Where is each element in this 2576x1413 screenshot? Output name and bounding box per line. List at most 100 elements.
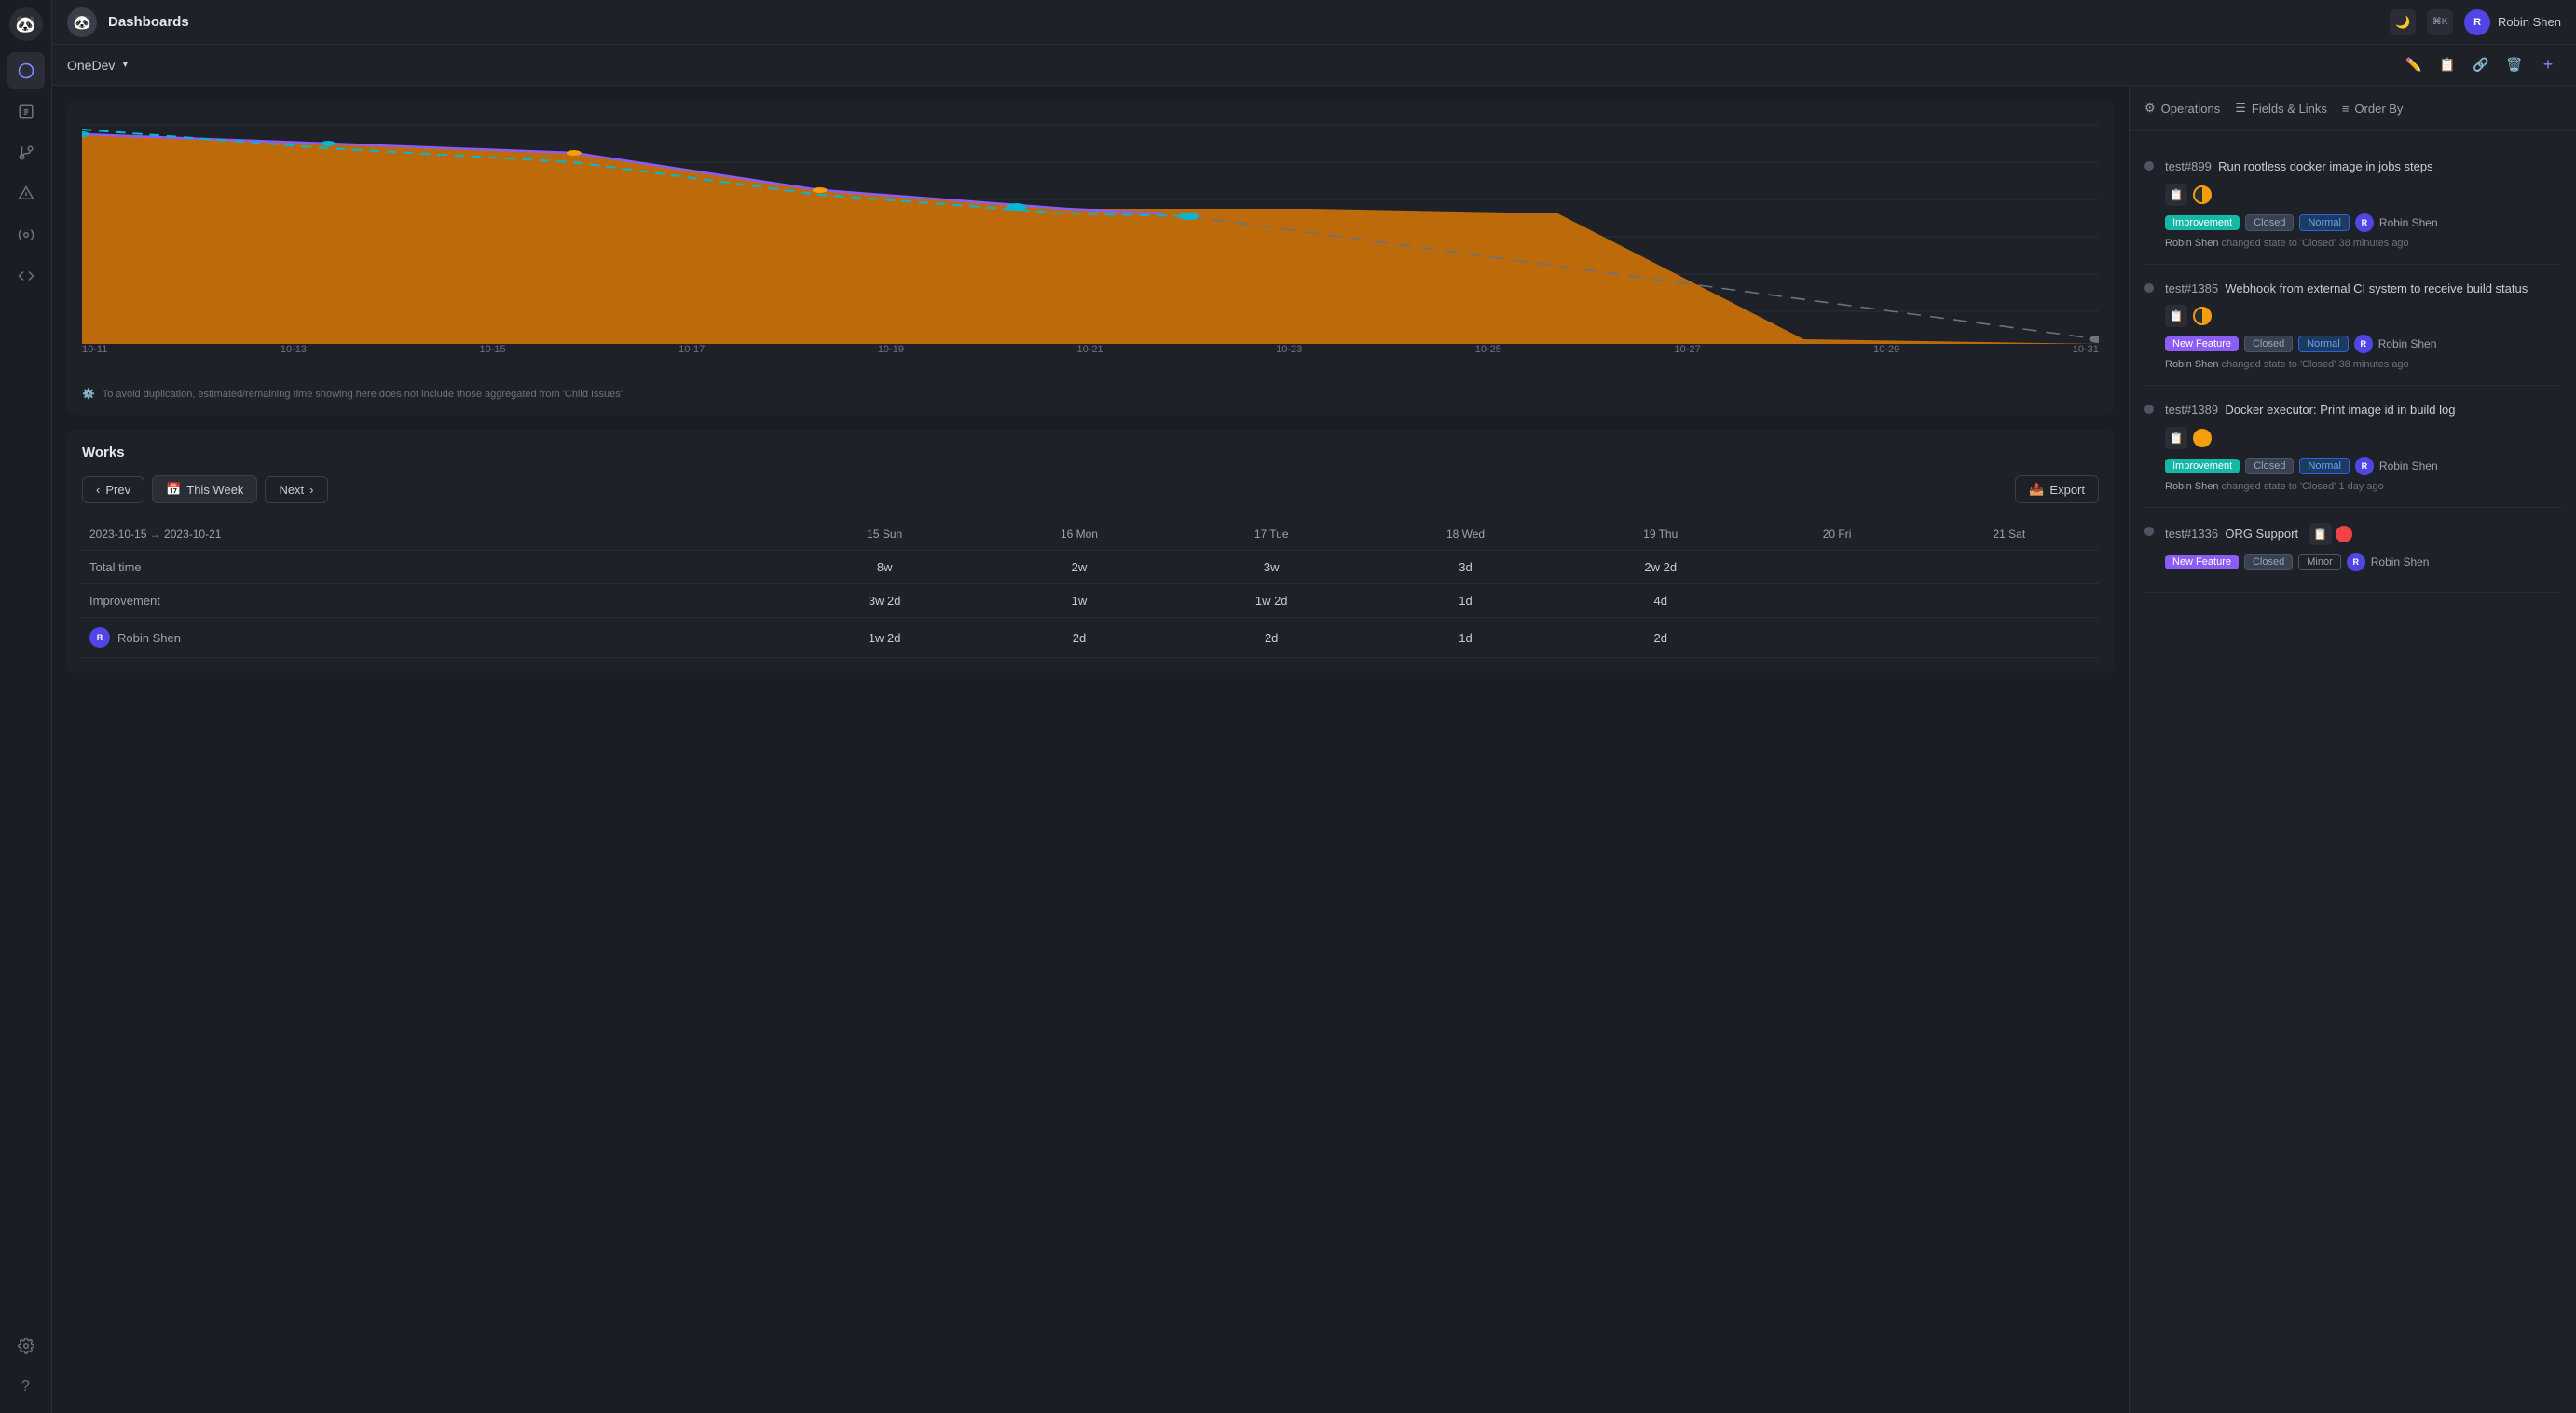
works-navigation: ‹ Prev 📅 This Week Next › 📤 Export: [82, 475, 2099, 503]
x-label-1013: 10-13: [281, 344, 307, 355]
badge-closed: Closed: [2244, 554, 2293, 570]
col-header-tue: 17 Tue: [1178, 518, 1364, 551]
badge-minor: Minor: [2298, 554, 2341, 570]
chart-note-text: To avoid duplication, estimated/remainin…: [103, 389, 623, 400]
fields-icon: ☰: [2235, 101, 2246, 116]
badge-new-feature: New Feature: [2165, 336, 2239, 351]
badge-normal: Normal: [2298, 336, 2348, 352]
copy-issue-icon[interactable]: 📋: [2165, 184, 2187, 206]
x-label-1017: 10-17: [678, 344, 705, 355]
right-panel: ⚙ Operations ☰ Fields & Links ≡ Order By: [2129, 86, 2576, 1413]
priority-half-icon: [2193, 185, 2212, 204]
issue-user-name: Robin Shen: [2371, 556, 2430, 569]
sidebar-item-dashboard[interactable]: [7, 52, 45, 89]
issue-badges: Improvement Closed Normal R Robin Shen: [2165, 457, 2561, 475]
cell-total-improvement: 3w 2d: [789, 584, 980, 618]
col-header-sun: 15 Sun: [789, 518, 980, 551]
cell-thu-user: [1755, 618, 1920, 658]
copy-icon[interactable]: 📋: [2434, 52, 2460, 78]
copy-issue-icon[interactable]: 📋: [2165, 427, 2187, 449]
chart-note: ⚙️ To avoid duplication, estimated/remai…: [82, 388, 2099, 400]
content-area: 25w 4d 1h 20m 3d 2h 40m 12w 2d 4h 1d 5h …: [52, 86, 2576, 1413]
issue-icons: 📋: [2165, 305, 2561, 327]
issue-id: test#899: [2165, 159, 2212, 173]
issue-status-dot: [2144, 161, 2154, 171]
sidebar-item-issues[interactable]: [7, 93, 45, 130]
issue-icons: 📋: [2165, 427, 2561, 449]
edit-icon[interactable]: ✏️: [2401, 52, 2427, 78]
chevron-down-icon: ▼: [120, 60, 130, 70]
copy-issue-icon[interactable]: 📋: [2165, 305, 2187, 327]
issue-badges: New Feature Closed Normal R Robin Shen: [2165, 335, 2561, 353]
row-label-improvement: Improvement: [82, 584, 789, 618]
copy-inline-icon[interactable]: 📋: [2309, 523, 2332, 545]
sidebar-item-settings[interactable]: [7, 1327, 45, 1365]
this-week-button[interactable]: 📅 This Week: [152, 475, 257, 503]
next-button[interactable]: Next ›: [265, 476, 327, 503]
issue-user-name: Robin Shen: [2378, 337, 2437, 350]
sidebar-item-builds[interactable]: [7, 175, 45, 213]
x-label-1019: 10-19: [878, 344, 904, 355]
user-avatar: R: [2464, 9, 2490, 35]
cell-thu-total: [1755, 551, 1920, 584]
operations-icon: ⚙: [2144, 101, 2156, 116]
works-section-title: Works: [82, 445, 2099, 460]
works-card: Works ‹ Prev 📅 This Week Next ›: [67, 430, 2114, 673]
this-week-label: This Week: [186, 483, 243, 497]
delete-icon[interactable]: 🗑️: [2501, 52, 2528, 78]
tab-order-label: Order By: [2354, 102, 2403, 116]
cell-total-8w: 8w: [789, 551, 980, 584]
issue-item-1389: test#1389 Docker executor: Print image i…: [2144, 386, 2561, 508]
tab-fields-links[interactable]: ☰ Fields & Links: [2235, 97, 2327, 119]
chevron-right-icon: ›: [309, 483, 313, 497]
issue-status-dot: [2144, 283, 2154, 293]
project-name: OneDev: [67, 58, 115, 73]
issue-item-899: test#899 Run rootless docker image in jo…: [2144, 143, 2561, 265]
issues-list: test#899 Run rootless docker image in jo…: [2130, 131, 2576, 1413]
issue-id: test#1389: [2165, 403, 2218, 417]
cell-wed-improvement: 4d: [1567, 584, 1755, 618]
sidebar-item-code[interactable]: [7, 257, 45, 295]
tab-operations[interactable]: ⚙ Operations: [2144, 97, 2220, 119]
tab-order-by[interactable]: ≡ Order By: [2342, 98, 2404, 119]
table-row: Improvement 3w 2d 1w 1w 2d 1d 4d: [82, 584, 2099, 618]
row-user-name: Robin Shen: [117, 631, 181, 645]
cell-tue-total: 3d: [1364, 551, 1567, 584]
sidebar-logo[interactable]: 🐼: [9, 7, 43, 41]
user-menu[interactable]: R Robin Shen: [2464, 9, 2561, 35]
sidebar-item-deploy[interactable]: [7, 216, 45, 254]
issue-status-dot: [2144, 405, 2154, 414]
cell-mon-user: 2d: [1178, 618, 1364, 658]
issue-activity: Robin Shen changed state to 'Closed' 1 d…: [2165, 481, 2561, 492]
sidebar-item-help[interactable]: ?: [7, 1368, 45, 1406]
export-label: Export: [2049, 483, 2085, 497]
priority-full-icon: [2193, 429, 2212, 447]
cell-wed-user: 2d: [1567, 618, 1755, 658]
header-title: Dashboards: [108, 14, 189, 30]
table-row: Total time 8w 2w 3w 3d 2w 2d: [82, 551, 2099, 584]
col-header-wed: 18 Wed: [1364, 518, 1567, 551]
moon-icon[interactable]: 🌙: [2390, 9, 2416, 35]
export-button[interactable]: 📤 Export: [2015, 475, 2099, 503]
issue-title: test#1385 Webhook from external CI syste…: [2165, 280, 2561, 298]
add-icon[interactable]: +: [2535, 52, 2561, 78]
issue-status-dot: [2144, 527, 2154, 536]
issue-user-name: Robin Shen: [2379, 216, 2438, 229]
issue-user-avatar: R: [2354, 335, 2373, 353]
cell-fri-improvement: [1920, 584, 2099, 618]
col-header-mon: 16 Mon: [980, 518, 1179, 551]
cell-tue-improvement: 1d: [1364, 584, 1567, 618]
project-selector[interactable]: OneDev ▼: [67, 58, 130, 73]
badge-improvement: Improvement: [2165, 459, 2240, 473]
cell-fri-user: [1920, 618, 2099, 658]
issue-user-avatar: R: [2355, 213, 2374, 232]
header-actions: 🌙 ⌘K R Robin Shen: [2390, 9, 2561, 35]
share-icon[interactable]: 🔗: [2468, 52, 2494, 78]
col-header-thu: 19 Thu: [1567, 518, 1755, 551]
command-k-icon[interactable]: ⌘K: [2427, 9, 2453, 35]
table-row: R Robin Shen 1w 2d 2d 2d 1d 2d: [82, 618, 2099, 658]
sidebar-item-branches[interactable]: [7, 134, 45, 171]
issue-body: test#1385 Webhook from external CI syste…: [2165, 280, 2561, 371]
prev-button[interactable]: ‹ Prev: [82, 476, 144, 503]
tab-fields-label: Fields & Links: [2252, 102, 2327, 116]
